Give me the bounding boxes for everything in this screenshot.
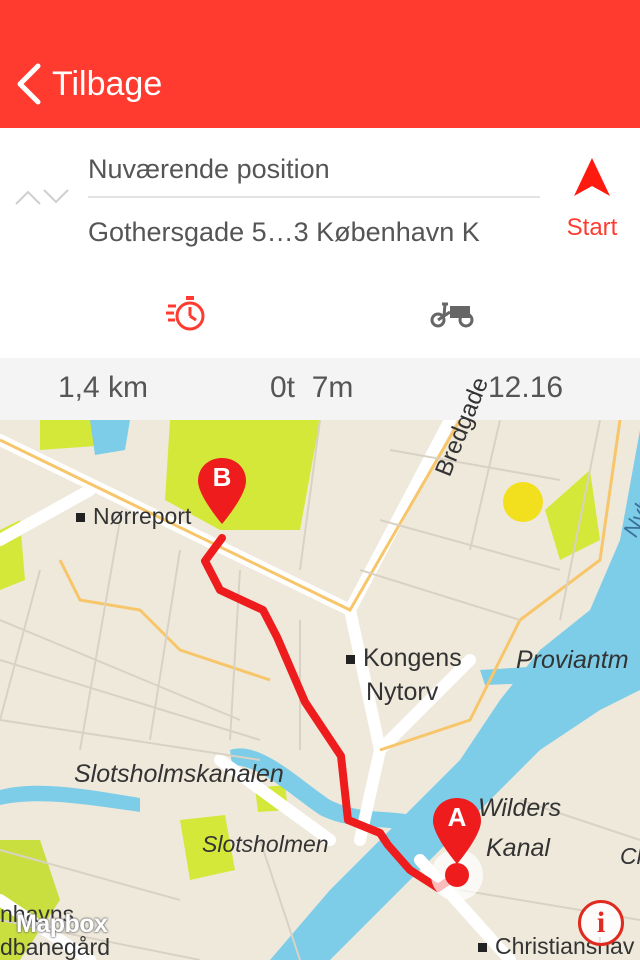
destination-marker-label: B (212, 462, 232, 492)
lake-water (90, 420, 130, 455)
map-label-proviant: Proviantm (516, 646, 629, 674)
start-button-label: Start (566, 214, 618, 241)
destination-field[interactable]: Gothersgade 5…3 København K (88, 206, 540, 258)
duration-value: 0t 7m (270, 371, 354, 404)
origin-marker-label: A (447, 802, 467, 832)
chevron-left-icon (17, 63, 41, 105)
map-label-ch: Ch (620, 843, 640, 869)
map-canvas (0, 420, 640, 960)
map-label-kongens: Kongens (346, 644, 462, 672)
destination-marker[interactable]: B (196, 456, 248, 526)
plaza-area (503, 482, 543, 522)
canal-water (0, 785, 140, 812)
map-label-norreport: Nørreport (76, 502, 191, 530)
distance-value: 1,4 km (58, 371, 149, 404)
mapbox-attribution[interactable]: Mapbox (16, 910, 108, 939)
start-button[interactable]: Start (556, 156, 628, 252)
cargo-bike-icon[interactable] (430, 296, 474, 330)
map-label-kanal: Kanal (486, 834, 550, 862)
station-icon (346, 654, 355, 664)
park-area (545, 470, 600, 560)
station-icon (76, 513, 85, 523)
map-label-slotsholmen: Slotsholmen (202, 831, 329, 857)
map-label-nytorv: Nytorv (366, 678, 439, 706)
station-icon (478, 943, 487, 953)
info-button[interactable]: i (578, 900, 624, 946)
navigation-bar: Tilbage (0, 0, 640, 128)
map-label-slotsholmskanalen: Slotsholmskanalen (74, 760, 284, 788)
map-view[interactable]: Nørreport Kongens Nytorv Proviantm Slots… (0, 420, 640, 960)
origin-field[interactable]: Nuværende position (88, 146, 540, 198)
map-label-wilders: Wilders (478, 794, 562, 822)
back-button-label: Tilbage (52, 65, 163, 103)
stopwatch-fast-icon[interactable] (166, 292, 208, 334)
current-location-dot (445, 863, 469, 887)
origin-marker[interactable]: A (431, 796, 483, 866)
back-button[interactable]: Tilbage (14, 56, 162, 112)
route-summary-bar: 1,4 km 0t 7m 12.16 (0, 358, 640, 420)
navigation-arrow-icon (574, 158, 610, 196)
arrival-time-value: 12.16 (488, 371, 564, 404)
swap-icon[interactable] (14, 182, 72, 212)
